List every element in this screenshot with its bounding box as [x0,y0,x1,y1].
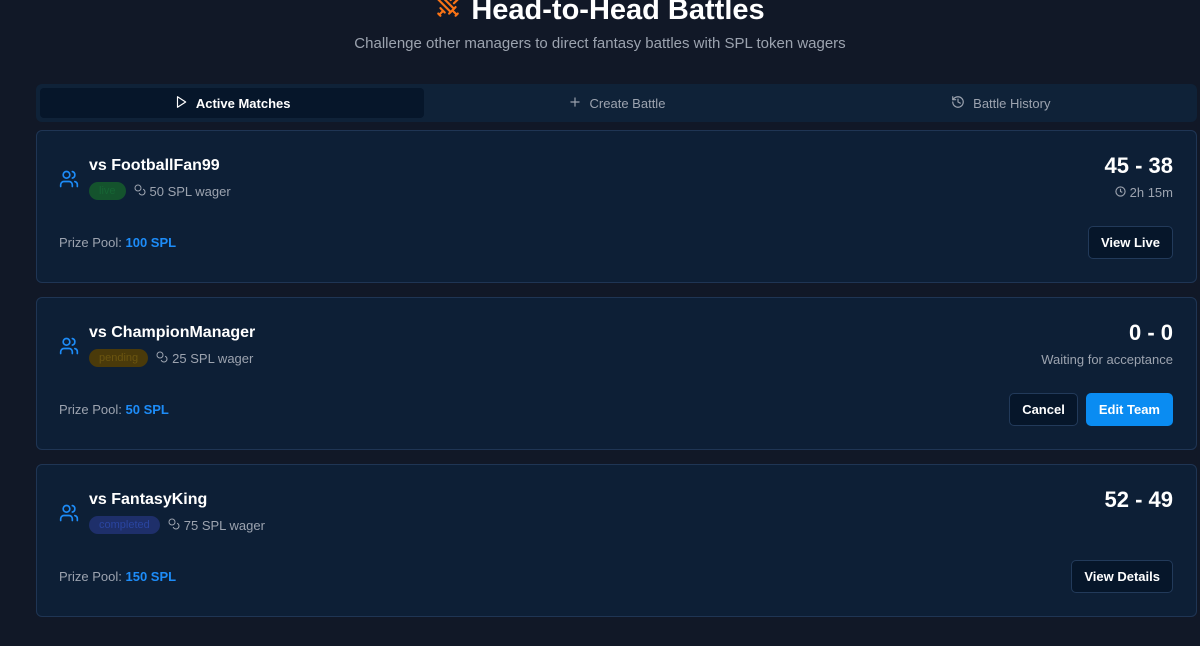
users-icon [59,169,79,189]
users-icon [59,503,79,523]
time-remaining: 2h 15m [1114,185,1173,200]
match-meta: pending 25 SPL wager [89,349,253,367]
tab-battle-history[interactable]: Battle History [809,88,1193,118]
opponent-name: vs FantasyKing [89,491,208,508]
prize-amount: 100 SPL [125,235,177,250]
wager-text: 50 SPL wager [149,183,231,199]
match-card: vs ChampionManager pending 25 SPL wager … [36,297,1197,450]
coins-icon [168,518,180,533]
prize-amount: 150 SPL [125,569,177,584]
time-remaining-text: 2h 15m [1129,185,1173,200]
status-badge: completed [89,516,160,534]
prize-amount: 50 SPL [125,402,169,417]
play-icon [174,95,188,112]
coins-icon [156,351,168,366]
coins-icon [134,184,146,199]
match-score: 45 - 38 [1104,153,1174,178]
view-details-button[interactable]: View Details [1071,560,1173,593]
match-score: 52 - 49 [1104,487,1174,512]
prize-label: Prize Pool: [59,569,122,584]
tab-active-matches[interactable]: Active Matches [40,88,425,118]
match-actions: View Details [1071,560,1173,593]
view-live-button[interactable]: View Live [1087,226,1173,259]
cancel-button[interactable]: Cancel [1009,393,1078,426]
prize-label: Prize Pool: [59,235,122,250]
history-icon [951,95,965,112]
tab-label: Create Battle [589,95,666,111]
wager-info: 25 SPL wager [156,351,253,366]
page-title: Head-to-Head Battles [0,0,1200,28]
prize-pool: Prize Pool: 100 SPL [59,235,176,250]
match-meta: completed 75 SPL wager [89,516,265,534]
match-actions: Cancel Edit Team [1009,393,1173,426]
tab-label: Active Matches [195,95,291,111]
match-status-text: Waiting for acceptance [1041,352,1173,367]
users-icon [59,336,79,356]
clock-icon [1114,185,1126,200]
match-card: vs FootballFan99 live 50 SPL wager Prize… [36,130,1197,283]
plus-icon [568,95,582,112]
page-title-text: Head-to-Head Battles [471,0,765,26]
opponent-name: vs ChampionManager [89,324,256,341]
wager-info: 50 SPL wager [134,184,231,199]
wager-info: 75 SPL wager [168,518,265,533]
wager-text: 75 SPL wager [183,517,265,533]
tab-create-battle[interactable]: Create Battle [424,88,808,118]
tab-label: Battle History [973,95,1051,111]
status-badge: pending [89,349,149,367]
match-actions: View Live [1087,226,1173,259]
match-score: 0 - 0 [1128,320,1173,345]
prize-pool: Prize Pool: 150 SPL [59,569,176,584]
crossed-swords-icon [435,0,461,27]
edit-team-button[interactable]: Edit Team [1085,393,1173,426]
prize-pool: Prize Pool: 50 SPL [59,402,169,417]
match-meta: live 50 SPL wager [89,182,231,200]
page-subtitle: Challenge other managers to direct fanta… [354,35,846,52]
prize-label: Prize Pool: [59,402,122,417]
match-card: vs FantasyKing completed 75 SPL wager Pr… [36,464,1197,617]
status-badge: live [89,182,126,200]
opponent-name: vs FootballFan99 [89,157,220,174]
tab-bar: Active Matches Create Battle Battle Hist… [36,84,1197,122]
wager-text: 25 SPL wager [172,350,254,366]
